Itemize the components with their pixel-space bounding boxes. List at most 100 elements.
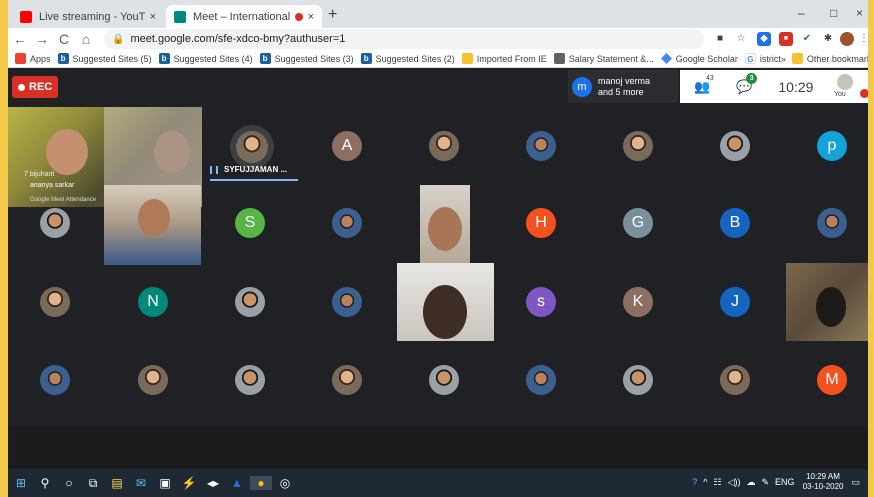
participant-video[interactable] — [420, 185, 470, 265]
self-avatar[interactable] — [837, 74, 853, 90]
participant-tile-G[interactable]: G — [623, 208, 653, 238]
rec-label: REC — [29, 81, 53, 93]
other-bookmarks[interactable]: Other bookmarks — [791, 53, 868, 64]
help-icon[interactable]: ? — [692, 477, 697, 487]
participant-tile[interactable] — [720, 365, 750, 395]
participant-tile[interactable] — [332, 287, 362, 317]
media-icon[interactable]: ◂▸ — [202, 476, 224, 490]
forward-icon[interactable]: → — [32, 31, 52, 47]
home-icon[interactable]: ⌂ — [76, 31, 96, 47]
participant-video[interactable] — [397, 263, 494, 341]
chat-badge: 3 — [746, 72, 758, 84]
participant-tile[interactable] — [429, 131, 459, 161]
participant-tile[interactable] — [40, 208, 70, 238]
participant-tile[interactable] — [40, 287, 70, 317]
bookmark-item[interactable]: Google Scholar — [660, 53, 738, 64]
participant-tile[interactable] — [526, 131, 556, 161]
network-icon[interactable]: ☷ — [714, 477, 722, 488]
reload-icon[interactable]: C — [54, 31, 74, 47]
extension-icon[interactable]: ■ — [779, 32, 793, 46]
menu-icon[interactable]: ⋮ — [857, 32, 868, 46]
new-tab-button[interactable]: + — [328, 6, 337, 24]
overlay-name: 7 bijuharit — [24, 171, 55, 178]
participant-tile[interactable] — [817, 208, 847, 238]
address-bar[interactable]: 🔒 meet.google.com/sfe-xdco-bmy?authuser=… — [104, 29, 704, 49]
screen: Live streaming - YouTube Studio × Meet –… — [0, 0, 874, 497]
search-icon[interactable]: ⚲ — [34, 476, 56, 490]
participant-tile[interactable] — [138, 365, 168, 395]
cloud-icon[interactable]: ☁ — [747, 477, 756, 488]
active-speaker-avatar[interactable] — [236, 131, 268, 163]
participant-tile[interactable] — [720, 131, 750, 161]
bookmark-item[interactable]: b Suggested Sites (3) — [259, 53, 354, 64]
extension-icon[interactable]: ◆ — [757, 32, 771, 46]
bing-icon: b — [57, 53, 69, 64]
windows-start-icon[interactable]: ⊞ — [10, 476, 32, 490]
participant-tile-B[interactable]: B — [720, 208, 750, 238]
store-icon[interactable]: ▣ — [154, 476, 176, 490]
participant-tile-K[interactable]: K — [623, 287, 653, 317]
chrome-icon[interactable]: ● — [250, 476, 272, 490]
app-icon[interactable]: ◎ — [274, 476, 296, 490]
participant-tile[interactable] — [623, 365, 653, 395]
bookmark-label: Imported From IE — [476, 53, 547, 64]
profile-avatar[interactable] — [840, 32, 854, 46]
participant-tile-H[interactable]: H — [526, 208, 556, 238]
minimize-button[interactable]: – — [798, 6, 805, 20]
cortana-icon[interactable]: ○ — [58, 476, 80, 490]
bookmark-item[interactable]: Gistrict — [744, 53, 781, 64]
participant-tile[interactable] — [40, 365, 70, 395]
participant-tile[interactable] — [235, 287, 265, 317]
task-view-icon[interactable]: ⧉ — [82, 476, 104, 491]
bookmark-item[interactable]: b Suggested Sites (2) — [360, 53, 455, 64]
participant-tile-S[interactable]: S — [235, 208, 265, 238]
people-icon[interactable]: 👥 43 — [694, 75, 714, 95]
file-explorer-icon[interactable]: ▤ — [106, 476, 128, 490]
participant-tile-J[interactable]: J — [720, 287, 750, 317]
chevron-up-icon[interactable]: ^ — [703, 477, 707, 487]
participant-tile[interactable] — [332, 208, 362, 238]
maximize-button[interactable]: □ — [830, 6, 837, 20]
bookmark-item[interactable]: Salary Statement &... — [553, 53, 654, 64]
language-indicator[interactable]: ENG — [775, 477, 795, 487]
tab-google-meet[interactable]: Meet – International Webina × — [166, 5, 322, 28]
close-window-button[interactable]: × — [856, 6, 863, 20]
participant-tile-A[interactable]: A — [332, 131, 362, 161]
extensions-puzzle-icon[interactable]: ✱ — [821, 32, 835, 46]
close-tab-icon[interactable]: × — [308, 11, 314, 23]
check-extension-icon[interactable]: ✔ — [800, 32, 814, 46]
more-bookmarks-button[interactable]: » — [781, 54, 786, 64]
bookmark-item[interactable]: b Suggested Sites (5) — [57, 53, 152, 64]
bookmark-apps[interactable]: Apps — [15, 53, 51, 64]
participant-tile[interactable] — [526, 365, 556, 395]
pen-icon[interactable]: ✎ — [762, 477, 770, 488]
participant-tile[interactable] — [332, 365, 362, 395]
tab-title: Live streaming - YouTube Studio — [39, 10, 145, 23]
participant-tile[interactable] — [235, 365, 265, 395]
close-tab-icon[interactable]: × — [150, 11, 156, 23]
taskbar-clock[interactable]: 10:29 AM 03-10-2020 — [803, 472, 844, 492]
app-icon[interactable]: ▲ — [226, 476, 248, 490]
notification-icon[interactable]: ▭ — [851, 477, 860, 488]
participant-tile-p[interactable]: p — [817, 131, 847, 161]
participant-tile-s[interactable]: s — [526, 287, 556, 317]
mail-icon[interactable]: ✉ — [130, 476, 152, 490]
participant-tile-M[interactable]: M — [817, 365, 847, 395]
chat-icon[interactable]: 💬 3 — [736, 72, 758, 95]
audio-level-icon — [210, 165, 218, 174]
participant-tile-N[interactable]: N — [138, 287, 168, 317]
participant-tile[interactable] — [429, 365, 459, 395]
camera-icon[interactable]: ■ — [713, 32, 727, 46]
overlay-name: Google Meet Attendance — [30, 197, 97, 203]
participant-video[interactable] — [104, 185, 201, 265]
back-icon[interactable]: ← — [10, 31, 30, 47]
bookmark-star-icon[interactable]: ☆ — [734, 32, 748, 46]
participant-tile[interactable] — [623, 131, 653, 161]
presenting-card[interactable]: m manoj verma and 5 more — [568, 70, 678, 103]
participant-video[interactable] — [786, 263, 868, 341]
bookmark-item[interactable]: b Suggested Sites (4) — [158, 53, 253, 64]
tab-youtube-studio[interactable]: Live streaming - YouTube Studio × — [12, 5, 164, 28]
volume-icon[interactable]: ◁)) — [728, 477, 741, 488]
bookmark-item[interactable]: Imported From IE — [461, 53, 547, 64]
app-icon[interactable]: ⚡ — [178, 476, 200, 490]
